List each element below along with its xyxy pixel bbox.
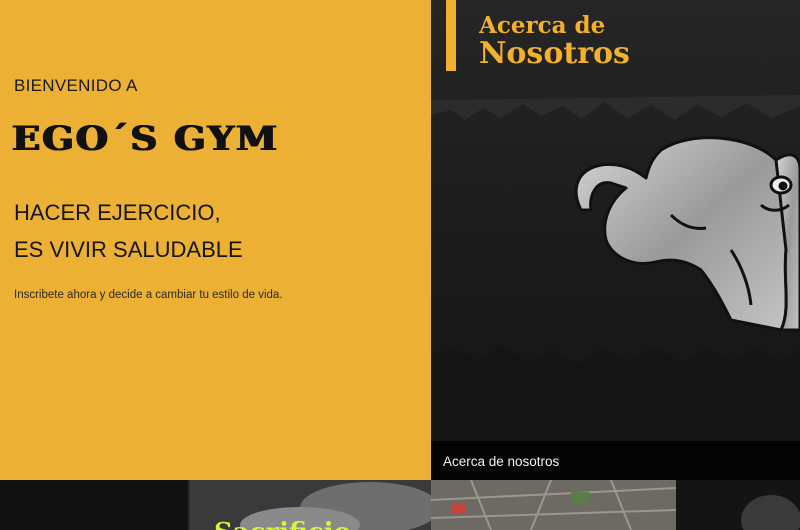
hero-description: Inscribete ahora y decide a cambiar tu e… bbox=[14, 289, 283, 301]
grunge-wall-background bbox=[431, 0, 800, 480]
tagline: HACER EJERCICIO, ES VIVIR SALUDABLE bbox=[14, 194, 243, 268]
hero-panel: BIENVENIDO A EGO´S GYM HACER EJERCICIO, … bbox=[0, 0, 431, 480]
map-photo bbox=[431, 480, 800, 530]
promo-text: Sacrificio bbox=[214, 518, 351, 530]
about-heading: Acerca de Nosotros bbox=[479, 14, 630, 69]
heading-accent-bar bbox=[446, 0, 456, 71]
about-heading-line-2: Nosotros bbox=[479, 36, 630, 71]
about-heading-line-1: Acerca de bbox=[479, 12, 606, 39]
location-tile[interactable] bbox=[431, 480, 800, 530]
welcome-text: BIENVENIDO A bbox=[14, 76, 138, 95]
promo-tile-left[interactable]: Sacrificio bbox=[0, 480, 431, 530]
brand-title: EGO´S GYM bbox=[12, 118, 280, 159]
tagline-line-1: HACER EJERCICIO, bbox=[14, 200, 221, 225]
about-caption: Acerca de nosotros bbox=[443, 454, 560, 469]
tagline-line-2: ES VIVIR SALUDABLE bbox=[14, 237, 243, 262]
about-us-card[interactable]: Acerca de Nosotros Acerca de nosotros bbox=[431, 0, 800, 480]
